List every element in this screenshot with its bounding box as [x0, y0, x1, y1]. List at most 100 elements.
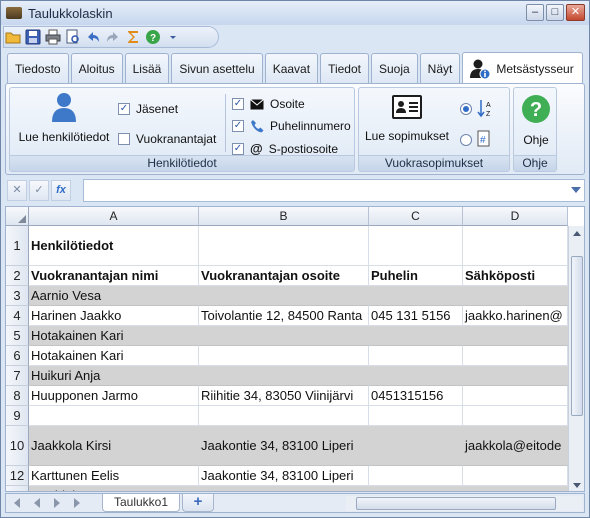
vertical-scroll-thumb[interactable]	[571, 256, 583, 416]
cell-a2[interactable]: Vuokranantajan nimi	[29, 266, 199, 286]
puhelinnumero-checkbox[interactable]: ✓ Puhelinnumero	[232, 119, 351, 133]
formula-input[interactable]	[83, 179, 585, 202]
cell-a9[interactable]	[29, 406, 199, 426]
sort-az-icon[interactable]: AZ	[477, 98, 493, 121]
title-bar[interactable]: Taulukkolaskin – □ ✕	[1, 1, 589, 25]
first-sheet-icon[interactable]	[14, 498, 20, 508]
expand-formula-icon[interactable]	[571, 187, 581, 193]
cell-c7[interactable]	[369, 366, 463, 386]
cell-b10[interactable]: Jaakontie 34, 83100 Liperi	[199, 426, 369, 466]
cell-d3[interactable]	[463, 286, 568, 306]
column-header-a[interactable]: A	[29, 207, 199, 226]
maximize-button[interactable]: □	[546, 4, 564, 21]
cell-a3[interactable]: Aarnio Vesa	[29, 286, 199, 306]
cell-c1[interactable]	[369, 226, 463, 266]
print-icon[interactable]	[45, 29, 61, 45]
row-header[interactable]: 4	[6, 306, 29, 326]
s-postiosoite-checkbox[interactable]: ✓ @ S-postiosoite	[232, 141, 338, 156]
horizontal-scrollbar[interactable]	[346, 496, 582, 511]
cell-b9[interactable]	[199, 406, 369, 426]
cell-c3[interactable]	[369, 286, 463, 306]
tab-nayt[interactable]: Näyt	[419, 53, 461, 83]
cell-b6[interactable]	[199, 346, 369, 366]
cell-b2[interactable]: Vuokranantajan osoite	[199, 266, 369, 286]
tab-lisaa[interactable]: Lisää	[124, 53, 170, 83]
help-icon[interactable]: ?	[145, 29, 161, 45]
cell-b1[interactable]	[199, 226, 369, 266]
horizontal-scroll-thumb[interactable]	[356, 497, 556, 510]
vuokranantajat-checkbox[interactable]: Vuokranantajat	[118, 132, 216, 146]
cell-c10[interactable]	[369, 426, 463, 466]
tab-sivun-asettelu[interactable]: Sivun asettelu	[171, 53, 263, 83]
close-button[interactable]: ✕	[566, 4, 585, 21]
cell-b5[interactable]	[199, 326, 369, 346]
cell-d5[interactable]	[463, 326, 568, 346]
cell-d1[interactable]	[463, 226, 568, 266]
tab-suoja[interactable]: Suoja	[370, 53, 418, 83]
cell-c5[interactable]	[369, 326, 463, 346]
cell-b12[interactable]: Jaakontie 34, 83100 Liperi	[199, 466, 369, 486]
next-sheet-icon[interactable]	[54, 498, 60, 508]
cell-d7[interactable]	[463, 366, 568, 386]
cell-a6[interactable]: Hotakainen Kari	[29, 346, 199, 366]
jasenet-checkbox[interactable]: ✓ Jäsenet	[118, 102, 178, 116]
row-header[interactable]: 9	[6, 406, 29, 426]
row-header[interactable]: 10	[6, 426, 29, 466]
cell-d12[interactable]	[463, 466, 568, 486]
row-header[interactable]: 13	[6, 486, 29, 491]
read-contracts-button[interactable]: Lue sopimukset	[361, 94, 453, 143]
read-person-data-button[interactable]: Lue henkilötiedot	[14, 92, 114, 144]
cancel-formula-button[interactable]: ✕	[7, 180, 27, 201]
customize-icon[interactable]	[165, 29, 181, 45]
select-all-corner[interactable]	[6, 207, 29, 226]
cell-b13[interactable]	[199, 486, 369, 491]
tab-tiedosto[interactable]: Tiedosto	[7, 53, 69, 83]
add-sheet-button[interactable]: +	[182, 494, 214, 512]
cell-a8[interactable]: Huupponen Jarmo	[29, 386, 199, 406]
row-header[interactable]: 7	[6, 366, 29, 386]
column-header-d[interactable]: D	[463, 207, 568, 226]
cell-d13[interactable]	[463, 486, 568, 491]
cell-a13[interactable]: Rouhiainen Hannu	[29, 486, 199, 491]
vertical-scrollbar[interactable]	[568, 226, 584, 491]
cell-a12[interactable]: Karttunen Eelis	[29, 466, 199, 486]
tab-metsastysseura[interactable]: Metsästysseur	[462, 52, 583, 85]
sum-icon[interactable]	[125, 29, 141, 45]
row-header[interactable]: 5	[6, 326, 29, 346]
spreadsheet-grid[interactable]: A B C D 1 Henkilötiedot 2 Vuokranantajan ni…	[5, 206, 585, 492]
scroll-up-icon[interactable]	[573, 231, 581, 236]
cell-d10[interactable]: jaakkola@eitode	[463, 426, 568, 466]
cell-d2[interactable]: Sähköposti	[463, 266, 568, 286]
cell-a7[interactable]: Huikuri Anja	[29, 366, 199, 386]
cell-b4[interactable]: Toivolantie 12, 84500 Ranta	[199, 306, 369, 326]
cell-b8[interactable]: Riihitie 34, 83050 Viinijärvi	[199, 386, 369, 406]
tab-kaavat[interactable]: Kaavat	[264, 53, 319, 83]
save-icon[interactable]	[25, 29, 41, 45]
sort-number-icon[interactable]: #	[477, 130, 491, 151]
row-header[interactable]: 6	[6, 346, 29, 366]
cell-a10[interactable]: Jaakkola Kirsi	[29, 426, 199, 466]
cell-c12[interactable]	[369, 466, 463, 486]
cell-b7[interactable]	[199, 366, 369, 386]
tab-aloitus[interactable]: Aloitus	[70, 53, 123, 83]
column-header-b[interactable]: B	[199, 207, 369, 226]
cell-d8[interactable]	[463, 386, 568, 406]
scroll-down-icon[interactable]	[573, 483, 581, 488]
osoite-checkbox[interactable]: ✓ Osoite	[232, 97, 305, 111]
row-header[interactable]: 1	[6, 226, 29, 266]
cell-b3[interactable]	[199, 286, 369, 306]
cell-a1[interactable]: Henkilötiedot	[29, 226, 199, 266]
prev-sheet-icon[interactable]	[34, 498, 40, 508]
radio-button[interactable]	[459, 102, 473, 119]
row-header[interactable]: 12	[6, 466, 29, 486]
cell-d4[interactable]: jaakko.harinen@	[463, 306, 568, 326]
cell-c2[interactable]: Puhelin	[369, 266, 463, 286]
row-header[interactable]: 2	[6, 266, 29, 286]
cell-c4[interactable]: 045 131 5156	[369, 306, 463, 326]
help-button[interactable]: ? Ohje	[514, 94, 558, 147]
undo-icon[interactable]	[85, 29, 101, 45]
cell-d6[interactable]	[463, 346, 568, 366]
cell-c6[interactable]	[369, 346, 463, 366]
cell-d9[interactable]	[463, 406, 568, 426]
cell-c8[interactable]: 0451315156	[369, 386, 463, 406]
